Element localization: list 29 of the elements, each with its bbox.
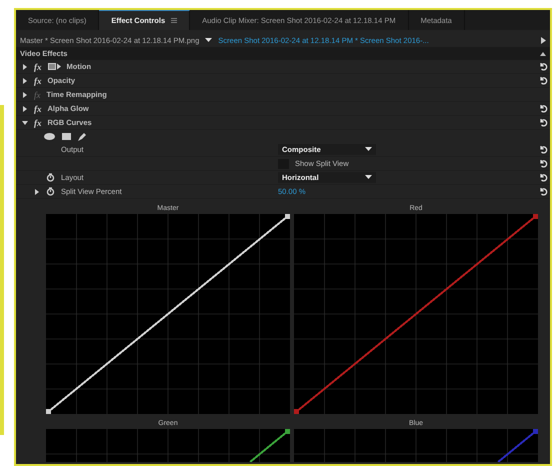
caret-icon (205, 38, 212, 42)
reset-icon[interactable] (538, 173, 548, 182)
expand-arrow-icon[interactable] (22, 64, 28, 70)
motion-icon[interactable] (48, 63, 60, 70)
scroll-up-icon[interactable] (540, 52, 546, 56)
expand-arrow-icon[interactable] (34, 188, 40, 194)
fx-toggle[interactable]: fx (34, 62, 42, 72)
pen-icon[interactable] (78, 132, 87, 141)
play-arrow-icon[interactable] (541, 36, 546, 44)
reset-icon[interactable] (538, 104, 548, 113)
caret-icon (365, 147, 372, 152)
reset-icon[interactable] (538, 159, 548, 168)
reset-icon[interactable] (538, 145, 548, 154)
stopwatch-icon[interactable] (46, 173, 55, 182)
reset-icon[interactable] (538, 118, 548, 127)
ellipse-mask-icon[interactable] (44, 133, 55, 140)
expand-arrow-icon[interactable] (22, 92, 28, 98)
stopwatch-icon[interactable] (46, 187, 55, 196)
expand-arrow-icon[interactable] (22, 78, 28, 84)
fx-toggle[interactable]: fx (34, 104, 42, 114)
collapse-arrow-icon[interactable] (22, 120, 28, 126)
caret-icon (365, 175, 372, 180)
fx-toggle[interactable]: fx (34, 118, 42, 128)
reset-icon[interactable] (538, 62, 548, 71)
fx-toggle[interactable]: fx (34, 76, 42, 86)
menu-icon[interactable] (171, 18, 178, 23)
reset-icon[interactable] (538, 187, 548, 196)
expand-arrow-icon[interactable] (22, 106, 28, 112)
reset-icon[interactable] (538, 76, 548, 85)
